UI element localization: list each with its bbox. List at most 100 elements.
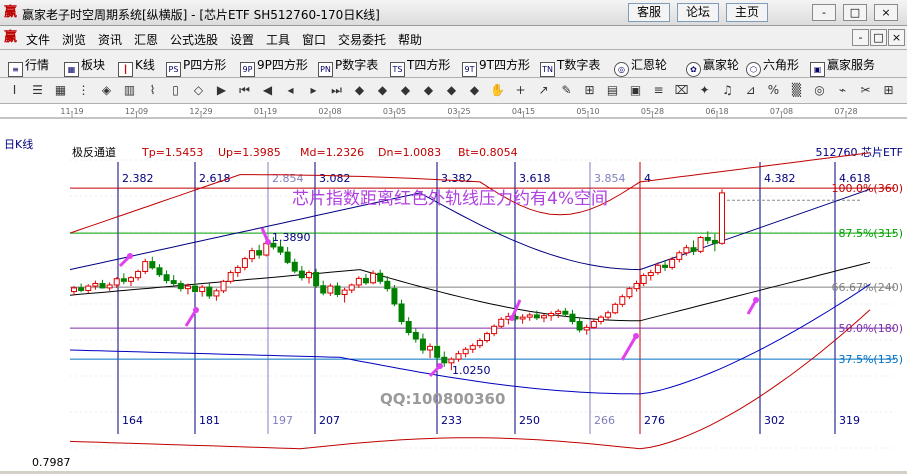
tool-9t-square[interactable]: 9T 9T四方形 [462, 56, 530, 77]
maximize-button[interactable]: □ [843, 4, 867, 21]
draw-tool-20[interactable]: ◆ [466, 82, 483, 99]
tool-blocks[interactable]: ▦ 板块 [64, 56, 105, 77]
draw-tool-22[interactable]: + [512, 82, 529, 99]
menu-browse[interactable]: 浏览 [62, 31, 86, 48]
tool-p-digit[interactable]: PN P数字表 [318, 56, 378, 77]
draw-tool-6[interactable]: ⌇ [144, 82, 161, 99]
draw-tool-3[interactable]: ⋮ [75, 82, 92, 99]
draw-tool-9[interactable]: ▶ [213, 82, 230, 99]
candle-body [597, 316, 604, 323]
draw-tool-28[interactable]: ≡ [650, 82, 667, 99]
headline-annotation: 芯片指数距离红色外轨线压力约有4%空间 [292, 189, 608, 209]
menu-bar: 赢 文件 浏览 资讯 汇恩 公式选股 设置 工具 窗口 交易委托 帮助 - □ … [0, 26, 907, 50]
draw-tool-24[interactable]: ✎ [558, 82, 575, 99]
tool-hexagon[interactable]: ⬡ 六角形 [746, 56, 799, 77]
draw-tool-19[interactable]: ◆ [443, 82, 460, 99]
draw-tool-33[interactable]: % [765, 82, 782, 99]
draw-tool-35[interactable]: ◎ [811, 82, 828, 99]
draw-tool-37[interactable]: ✂ [857, 82, 874, 99]
fib-top-label: 3.854 [594, 172, 626, 185]
menu-file[interactable]: 文件 [26, 31, 50, 48]
candle-body [484, 333, 491, 342]
draw-tool-29[interactable]: ⌧ [673, 82, 690, 99]
child-close-button[interactable]: × [888, 29, 905, 46]
minimize-button[interactable]: - [812, 4, 836, 21]
candle-body [227, 272, 234, 282]
draw-tool-14[interactable]: ⏭ [328, 82, 345, 99]
tool-9p-square[interactable]: 9P 9P四方形 [240, 56, 308, 77]
draw-tool-12[interactable]: ◂ [282, 82, 299, 99]
child-restore-button[interactable]: □ [870, 29, 887, 46]
date-tick-label: 07-08 [770, 107, 793, 116]
candle-body [569, 313, 576, 323]
tool-huien-wheel[interactable]: ◎ 汇恩轮 [614, 56, 667, 77]
draw-tool-26[interactable]: ▤ [604, 82, 621, 99]
tool-t-digit[interactable]: TN T数字表 [540, 56, 600, 77]
draw-tool-5[interactable]: ▥ [121, 82, 138, 99]
draw-tool-1[interactable]: ☰ [29, 82, 46, 99]
draw-tool-31[interactable]: ♫ [719, 82, 736, 99]
draw-tool-8[interactable]: ◇ [190, 82, 207, 99]
candle-body [640, 274, 647, 285]
candle-body [92, 283, 99, 287]
candle-body [256, 250, 263, 256]
service-icon: ▣ [810, 62, 825, 77]
tool-t-square[interactable]: TS T四方形 [390, 56, 450, 77]
candle-body [263, 242, 270, 256]
draw-tool-27[interactable]: ▣ [627, 82, 644, 99]
customer-service-button[interactable]: 客服 [628, 3, 670, 22]
draw-tool-21[interactable]: ✋ [489, 82, 506, 99]
child-minimize-button[interactable]: - [852, 29, 869, 46]
menu-window[interactable]: 窗口 [302, 31, 326, 48]
menu-help[interactable]: 帮助 [398, 31, 422, 48]
tool-service[interactable]: ▣ 赢家服务 [810, 56, 875, 77]
candle-body [142, 261, 149, 272]
draw-tool-13[interactable]: ▸ [305, 82, 322, 99]
draw-tool-7[interactable]: ▯ [167, 82, 184, 99]
outer-lower-band [69, 309, 871, 450]
9t-square-icon: 9T [462, 62, 477, 77]
close-button[interactable]: × [874, 4, 898, 21]
menu-trade[interactable]: 交易委托 [338, 31, 386, 48]
tool-kline[interactable]: ┃ K线 [118, 56, 155, 77]
draw-tool-10[interactable]: ⏮ [236, 82, 253, 99]
menu-tools[interactable]: 工具 [266, 31, 290, 48]
draw-tool-30[interactable]: ✦ [696, 82, 713, 99]
draw-tool-18[interactable]: ◆ [420, 82, 437, 99]
date-tick-label: 05-28 [641, 107, 664, 116]
candle-body [498, 318, 505, 327]
low-price-annotation: 1.0250 [452, 364, 491, 377]
draw-tool-15[interactable]: ◆ [351, 82, 368, 99]
draw-tool-32[interactable]: ⊿ [742, 82, 759, 99]
menu-formula[interactable]: 公式选股 [170, 31, 218, 48]
candle-body [462, 348, 469, 355]
title-bar: 赢 赢家老子时空周期系统[纵横版] - [芯片ETF SH512760-170日… [0, 0, 907, 26]
draw-tool-4[interactable]: ◈ [98, 82, 115, 99]
kline-chart[interactable]: 11-19 12-09 12-29 01-19 02-08 03-05 03-25 04-15… [0, 104, 907, 471]
candle-body [327, 285, 334, 294]
homepage-button[interactable]: 主页 [726, 3, 768, 22]
menu-huien[interactable]: 汇恩 [134, 31, 158, 48]
draw-tool-17[interactable]: ◆ [397, 82, 414, 99]
forum-button[interactable]: 论坛 [677, 3, 719, 22]
draw-tool-23[interactable]: ↗ [535, 82, 552, 99]
candle-body [99, 283, 106, 289]
draw-tool-34[interactable]: ▒ [788, 82, 805, 99]
draw-tool-2[interactable]: ▦ [52, 82, 69, 99]
draw-tool-0[interactable]: Ⅰ [6, 82, 23, 99]
draw-tool-36[interactable]: ⌁ [834, 82, 851, 99]
menu-app-icon: 赢 [4, 30, 18, 45]
candle-body [469, 345, 476, 350]
draw-tool-25[interactable]: ⊞ [581, 82, 598, 99]
draw-tool-16[interactable]: ◆ [374, 82, 391, 99]
menu-settings[interactable]: 设置 [230, 31, 254, 48]
candle-body [355, 277, 362, 286]
candle-body [284, 251, 291, 263]
tool-winner-wheel[interactable]: ✿ 赢家轮 [686, 56, 739, 77]
menu-news[interactable]: 资讯 [98, 31, 122, 48]
draw-tool-38[interactable]: ⊞ [880, 82, 897, 99]
tool-quotes[interactable]: ≡ 行情 [8, 56, 49, 77]
candle-body [519, 316, 526, 320]
tool-p-square[interactable]: PS P四方形 [166, 56, 226, 77]
draw-tool-11[interactable]: ◀ [259, 82, 276, 99]
